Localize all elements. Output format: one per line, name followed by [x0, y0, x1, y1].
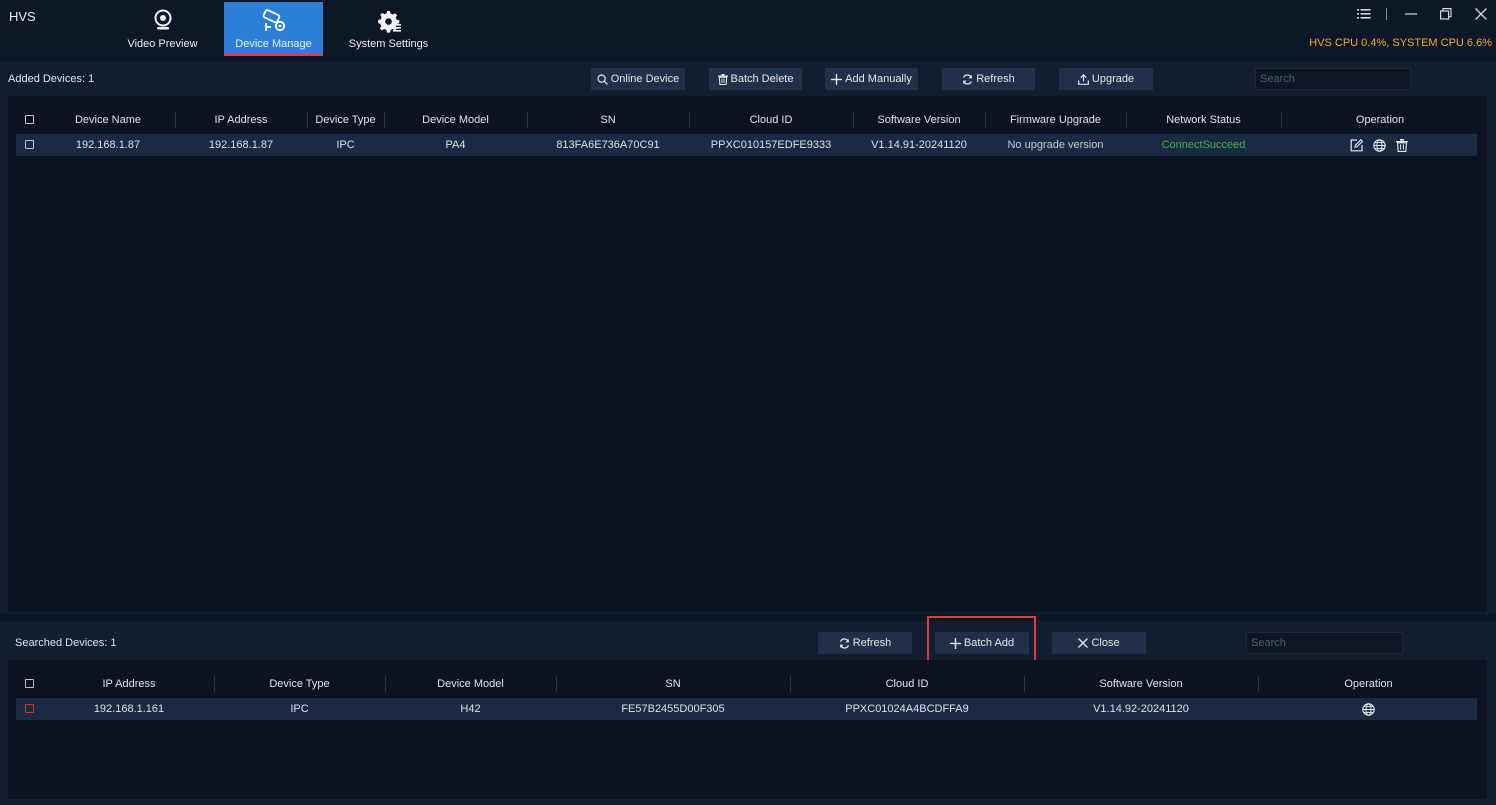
- col-sn[interactable]: SN: [556, 672, 790, 696]
- cell-firmware-upgrade: No upgrade version: [1007, 139, 1104, 151]
- cell-sn: 813FA6E736A70C91: [556, 139, 660, 151]
- batch-add-label: Batch Add: [963, 637, 1015, 649]
- refresh-icon: [963, 73, 973, 85]
- row-checkbox[interactable]: [25, 704, 34, 713]
- refresh-label: Refresh: [976, 73, 1015, 85]
- searched-devices-label: Searched Devices: 1: [15, 637, 117, 649]
- refresh-label: Refresh: [852, 637, 892, 649]
- cell-ip-address: 192.168.1.87: [208, 139, 274, 151]
- close-icon: [1078, 638, 1089, 648]
- cell-network-status: ConnectSucceed: [1161, 139, 1246, 151]
- col-operation[interactable]: Operation: [1281, 108, 1479, 132]
- globe-icon[interactable]: [1360, 701, 1376, 717]
- searched-table-header: IP Address Device Type Device Model SN C…: [8, 672, 1487, 696]
- col-software-version[interactable]: Software Version: [1024, 672, 1258, 696]
- col-firmware-upgrade[interactable]: Firmware Upgrade: [985, 108, 1126, 132]
- col-ip-address[interactable]: IP Address: [175, 108, 307, 132]
- cell-cloud-id: PPXC01024A4BCDFFA9: [845, 703, 969, 715]
- tab-system-settings[interactable]: System Settings: [339, 2, 438, 56]
- device-manage-icon: [224, 9, 323, 33]
- plus-icon: [831, 73, 843, 85]
- added-search-input[interactable]: [1255, 68, 1411, 90]
- added-table-header: Device Name IP Address Device Type Devic…: [8, 108, 1487, 132]
- window-controls-divider: [1386, 8, 1387, 20]
- cell-device-model: PA4: [445, 139, 466, 151]
- trash-icon: [717, 73, 728, 85]
- batch-add-button[interactable]: Batch Add: [935, 632, 1029, 654]
- col-device-model[interactable]: Device Model: [384, 108, 527, 132]
- col-network-status[interactable]: Network Status: [1126, 108, 1281, 132]
- table-row[interactable]: 192.168.1.161 IPC H42 FE57B2455D00F305 P…: [16, 698, 1477, 720]
- tab-device-manage[interactable]: Device Manage: [224, 2, 323, 56]
- refresh-button[interactable]: Refresh: [942, 68, 1035, 90]
- cell-software-version: V1.14.92-20241120: [1093, 703, 1189, 715]
- col-sn[interactable]: SN: [527, 108, 689, 132]
- table-row[interactable]: 192.168.1.87 192.168.1.87 IPC PA4 813FA6…: [16, 134, 1477, 156]
- upload-icon: [1077, 73, 1089, 85]
- col-ip-address[interactable]: IP Address: [44, 672, 214, 696]
- close-button[interactable]: Close: [1052, 632, 1146, 654]
- trash-icon[interactable]: [1394, 137, 1410, 153]
- cell-ip-address: 192.168.1.161: [93, 703, 165, 715]
- batch-delete-label: Batch Delete: [730, 73, 794, 85]
- globe-icon[interactable]: [1371, 137, 1387, 153]
- select-all-checkbox[interactable]: [25, 679, 34, 688]
- close-icon[interactable]: [1470, 5, 1492, 23]
- upgrade-button[interactable]: Upgrade: [1059, 68, 1153, 90]
- cell-device-type: IPC: [290, 703, 309, 715]
- online-device-button[interactable]: Online Device: [591, 68, 685, 90]
- col-device-name[interactable]: Device Name: [44, 108, 172, 132]
- tab-label: Device Manage: [235, 38, 312, 50]
- col-device-type[interactable]: Device Type: [214, 672, 385, 696]
- batch-delete-button[interactable]: Batch Delete: [709, 68, 802, 90]
- added-devices-table: [8, 96, 1487, 612]
- cell-device-name: 192.168.1.87: [75, 139, 141, 151]
- row-checkbox[interactable]: [25, 140, 34, 149]
- edit-icon[interactable]: [1348, 137, 1364, 153]
- restore-icon[interactable]: [1435, 5, 1457, 23]
- plus-icon: [949, 637, 961, 649]
- col-device-type[interactable]: Device Type: [307, 108, 384, 132]
- added-devices-label: Added Devices: 1: [8, 73, 95, 85]
- col-operation[interactable]: Operation: [1258, 672, 1479, 696]
- tab-video-preview[interactable]: Video Preview: [113, 2, 212, 56]
- searched-search-input[interactable]: [1246, 632, 1403, 654]
- cpu-status: HVS CPU 0.4%, SYSTEM CPU 6.6%: [1309, 37, 1492, 49]
- close-label: Close: [1091, 637, 1120, 649]
- select-all-checkbox[interactable]: [25, 115, 34, 124]
- camera-icon: [113, 9, 212, 33]
- col-cloud-id[interactable]: Cloud ID: [790, 672, 1024, 696]
- menu-icon[interactable]: [1353, 5, 1375, 23]
- col-device-model[interactable]: Device Model: [385, 672, 556, 696]
- cell-cloud-id: PPXC010157EDFE9333: [710, 139, 832, 151]
- upgrade-label: Upgrade: [1091, 73, 1135, 85]
- app-title: HVS: [9, 9, 36, 24]
- minimize-icon[interactable]: [1400, 5, 1422, 23]
- search-refresh-button[interactable]: Refresh: [818, 632, 912, 654]
- cell-device-model: H42: [460, 703, 481, 715]
- search-icon: [597, 73, 608, 85]
- online-device-label: Online Device: [610, 73, 680, 85]
- add-manually-button[interactable]: Add Manually: [825, 68, 918, 90]
- gear-icon: [339, 9, 438, 33]
- col-software-version[interactable]: Software Version: [853, 108, 985, 132]
- add-manually-label: Add Manually: [845, 73, 912, 85]
- tab-label: Video Preview: [127, 38, 198, 50]
- cell-software-version: V1.14.91-20241120: [871, 139, 967, 151]
- tab-label: System Settings: [348, 38, 429, 50]
- refresh-icon: [839, 637, 849, 649]
- col-cloud-id[interactable]: Cloud ID: [689, 108, 853, 132]
- cell-sn: FE57B2455D00F305: [621, 703, 725, 715]
- cell-device-type: IPC: [336, 139, 355, 151]
